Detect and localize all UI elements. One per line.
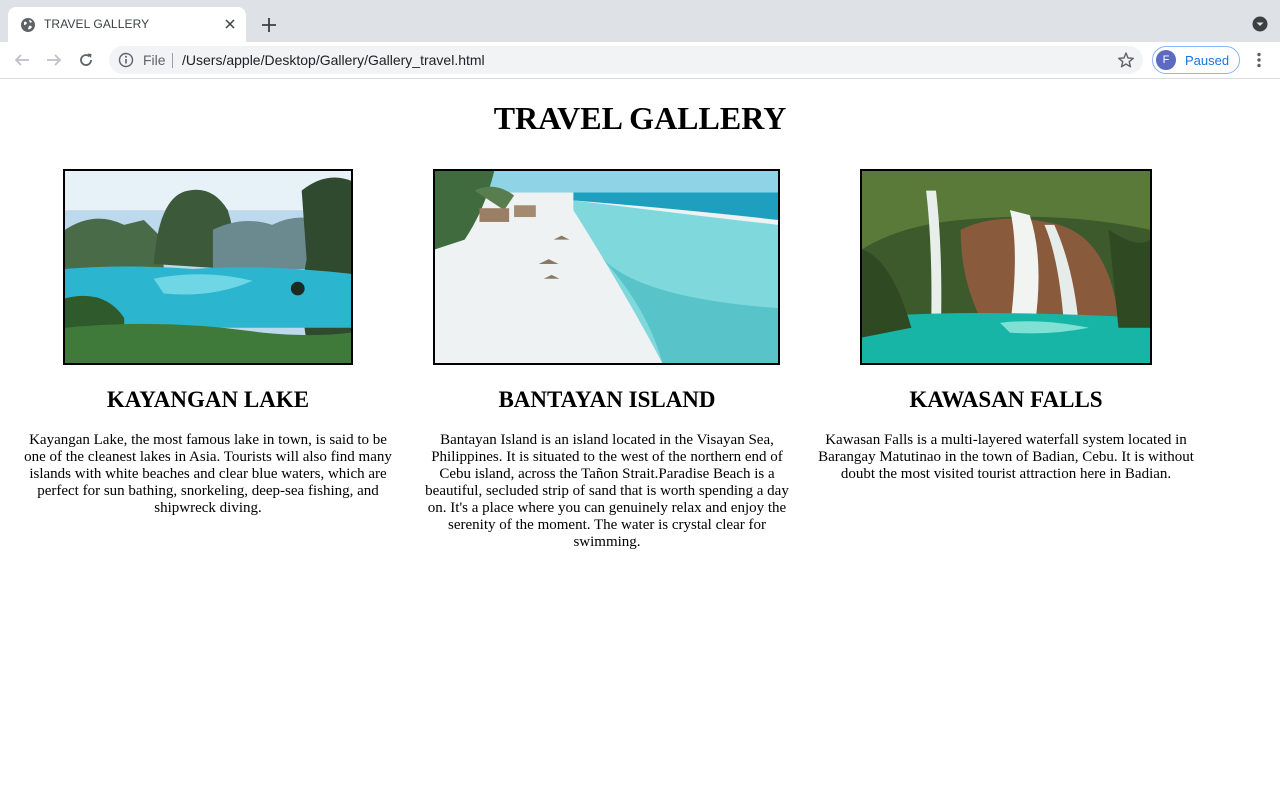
browser-tab[interactable]: TRAVEL GALLERY: [8, 7, 246, 42]
page-title: TRAVEL GALLERY: [493, 100, 787, 136]
profile-status: Paused: [1185, 53, 1230, 68]
tab-title: TRAVEL GALLERY: [44, 17, 150, 31]
arrow-right-icon: [47, 54, 62, 66]
chevron-down-icon: [1252, 16, 1268, 32]
globe-icon: [20, 17, 36, 33]
card-title: KAWASAN FALLS: [909, 387, 1103, 412]
tab-search-button[interactable]: [1252, 16, 1268, 32]
tab-strip: TRAVEL GALLERY: [0, 0, 1280, 42]
url-scheme-label: File: [143, 52, 166, 68]
card-description: Kayangan Lake, the most famous lake in t…: [24, 432, 392, 516]
profile-button[interactable]: F Paused: [1152, 46, 1240, 74]
card-title: BANTAYAN ISLAND: [498, 387, 716, 412]
star-icon[interactable]: [1117, 51, 1135, 69]
close-icon[interactable]: [220, 14, 240, 34]
card-title: KAYANGAN LAKE: [106, 387, 310, 412]
kebab-menu-icon: [1257, 52, 1261, 68]
browser-menu-button[interactable]: [1249, 50, 1269, 70]
divider: [172, 53, 173, 68]
url-text[interactable]: /Users/apple/Desktop/Gallery/Gallery_tra…: [182, 52, 485, 68]
plus-icon: [262, 18, 276, 32]
kawasan-falls-photo: [860, 169, 1152, 365]
forward-button[interactable]: [42, 48, 66, 72]
reload-button[interactable]: [74, 48, 98, 72]
arrow-left-icon: [14, 54, 29, 66]
bantayan-island-photo: [433, 169, 780, 365]
info-icon[interactable]: [118, 52, 134, 68]
new-tab-button[interactable]: [257, 13, 281, 37]
page-content: TRAVEL GALLERY KAYANGAN LAKE Kayangan La…: [0, 80, 1280, 800]
card-description: Kawasan Falls is a multi-layered waterfa…: [818, 432, 1194, 482]
avatar: F: [1156, 50, 1176, 70]
browser-toolbar: File /Users/apple/Desktop/Gallery/Galler…: [0, 42, 1280, 79]
back-button[interactable]: [10, 48, 34, 72]
reload-icon: [80, 53, 92, 66]
address-bar[interactable]: File /Users/apple/Desktop/Gallery/Galler…: [109, 46, 1143, 74]
card-description: Bantayan Island is an island located in …: [425, 432, 789, 550]
kayangan-lake-photo: [63, 169, 353, 365]
